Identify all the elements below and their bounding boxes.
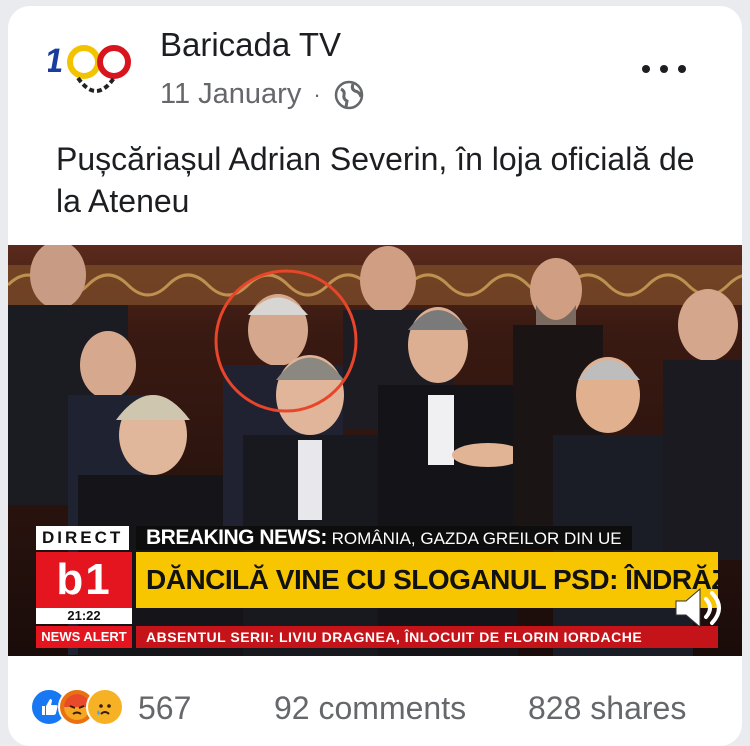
subline-banner: ABSENTUL SERII: LIVIU DRAGNEA, ÎNLOCUIT …	[136, 626, 718, 648]
post-header: 1 Baricada TV 11 January ·	[8, 6, 742, 126]
ticker-direct-label: DIRECT	[36, 526, 130, 550]
ticker-breaking: BREAKING NEWS: ROMÂNIA, GAZDA GREILOR DI…	[136, 526, 632, 550]
sad-icon	[86, 688, 124, 726]
dot-1	[642, 65, 650, 73]
page-name[interactable]: Baricada TV	[160, 26, 341, 64]
shares-link[interactable]: 828 shares	[528, 690, 686, 727]
headline-banner: DĂNCILĂ VINE CU SLOGANUL PSD: ÎNDRĂZNIȚI…	[136, 552, 718, 608]
post-meta: 11 January ·	[160, 78, 365, 111]
post-footer: 567 92 comments 828 shares	[8, 666, 742, 746]
globe-icon	[334, 80, 363, 109]
post-card: 1 Baricada TV 11 January · Pușcăriașul A…	[8, 6, 742, 746]
meta-separator: ·	[313, 81, 321, 107]
channel-logo: b1	[36, 552, 132, 608]
more-options-icon[interactable]	[642, 54, 686, 84]
volume-icon[interactable]	[672, 585, 722, 631]
breaking-news-text: ROMÂNIA, GAZDA GREILOR DIN UE	[331, 529, 622, 548]
news-alert-label: NEWS ALERT	[36, 626, 132, 648]
reaction-count[interactable]: 567	[138, 690, 191, 727]
dot-2	[660, 65, 668, 73]
broadcast-time: 21:22	[36, 608, 132, 624]
post-text: Pușcăriașul Adrian Severin, în loja ofic…	[56, 141, 695, 219]
dot-3	[678, 65, 686, 73]
page-avatar[interactable]: 1	[48, 32, 138, 112]
svg-text:1: 1	[48, 42, 67, 80]
video-player[interactable]: DIRECT BREAKING NEWS: ROMÂNIA, GAZDA GRE…	[8, 245, 742, 656]
breaking-news-label: BREAKING NEWS:	[146, 526, 327, 549]
comments-link[interactable]: 92 comments	[274, 690, 466, 727]
post-date[interactable]: 11 January	[160, 78, 301, 111]
reactions-summary[interactable]	[30, 688, 124, 726]
